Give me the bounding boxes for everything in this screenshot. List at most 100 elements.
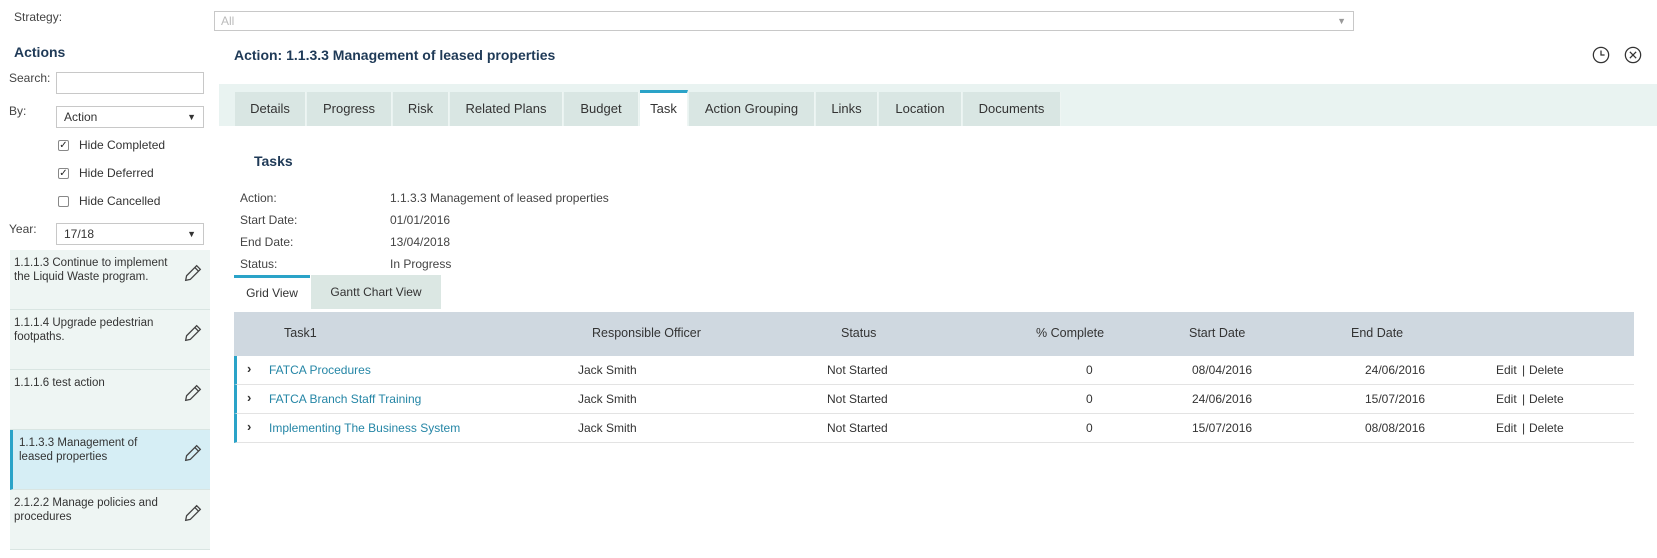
task-complete: 0	[1086, 421, 1093, 435]
task-end-date: 15/07/2016	[1365, 392, 1426, 406]
action-item-label: 2.1.2.2 Manage policies and procedures	[14, 497, 158, 523]
action-item-label: 1.1.1.3 Continue to implement the Liquid…	[14, 257, 168, 283]
strategy-value: All	[221, 14, 235, 28]
task-officer: Jack Smith	[578, 392, 637, 406]
task-complete: 0	[1086, 363, 1093, 377]
tab-documents[interactable]: Documents	[963, 92, 1061, 126]
tab-risk[interactable]: Risk	[393, 92, 449, 126]
by-value: Action	[64, 110, 98, 124]
pencil-icon[interactable]	[182, 442, 204, 464]
start-date-value: 01/01/2016	[390, 213, 451, 227]
end-date-label: End Date:	[240, 235, 294, 249]
close-icon[interactable]	[1624, 46, 1642, 64]
pencil-icon[interactable]	[182, 262, 204, 284]
action-separator: |	[1522, 421, 1526, 435]
table-row: › FATCA Branch Staff Training Jack Smith…	[234, 385, 1634, 414]
status-value: In Progress	[390, 257, 452, 271]
tab-details[interactable]: Details	[235, 92, 306, 126]
edit-link[interactable]: Edit	[1496, 392, 1517, 406]
actions-title: Actions	[14, 44, 66, 60]
tab-gantt-chart-view[interactable]: Gantt Chart View	[311, 275, 441, 309]
task-start-date: 15/07/2016	[1192, 421, 1253, 435]
column-header-end-date[interactable]: End Date	[1351, 326, 1403, 340]
action-item-label: 1.1.3.3 Management of leased properties	[19, 437, 138, 463]
column-header-complete[interactable]: % Complete	[1036, 326, 1104, 340]
status-label: Status:	[240, 257, 278, 271]
expand-chevron-icon[interactable]: ›	[247, 390, 251, 405]
expand-chevron-icon[interactable]: ›	[247, 361, 251, 376]
column-header-status[interactable]: Status	[841, 326, 876, 340]
hide-completed-checkbox[interactable]: ✓	[58, 140, 69, 151]
end-date-value: 13/04/2018	[390, 235, 451, 249]
task-status: Not Started	[827, 421, 888, 435]
table-row: › Implementing The Business System Jack …	[234, 414, 1634, 443]
tasks-heading: Tasks	[254, 153, 293, 169]
column-header-start-date[interactable]: Start Date	[1189, 326, 1245, 340]
column-header-task[interactable]: Task1	[284, 326, 317, 340]
task-link[interactable]: FATCA Branch Staff Training	[269, 392, 421, 406]
by-label: By:	[9, 104, 27, 118]
task-complete: 0	[1086, 392, 1093, 406]
tab-budget[interactable]: Budget	[564, 92, 639, 126]
tab-location[interactable]: Location	[879, 92, 962, 126]
task-link[interactable]: Implementing The Business System	[269, 421, 460, 435]
task-start-date: 24/06/2016	[1192, 392, 1253, 406]
start-date-label: Start Date:	[240, 213, 298, 227]
edit-link[interactable]: Edit	[1496, 363, 1517, 377]
search-input[interactable]	[56, 72, 204, 94]
action-list-item[interactable]: 2.1.2.2 Manage policies and procedures	[10, 490, 210, 550]
edit-link[interactable]: Edit	[1496, 421, 1517, 435]
action-list-item[interactable]: 1.1.1.3 Continue to implement the Liquid…	[10, 250, 210, 310]
delete-link[interactable]: Delete	[1529, 363, 1564, 377]
tab-progress[interactable]: Progress	[307, 92, 392, 126]
year-select[interactable]: 17/18 ▼	[56, 223, 204, 245]
hide-deferred-checkbox[interactable]: ✓	[58, 168, 69, 179]
action-info-value: 1.1.3.3 Management of leased properties	[390, 191, 609, 205]
tab-related-plans[interactable]: Related Plans	[450, 92, 563, 126]
by-select[interactable]: Action ▼	[56, 106, 204, 128]
action-list-item[interactable]: 1.1.1.4 Upgrade pedestrian footpaths.	[10, 310, 210, 370]
pencil-icon[interactable]	[182, 502, 204, 524]
year-label: Year:	[9, 222, 37, 236]
table-row: › FATCA Procedures Jack Smith Not Starte…	[234, 356, 1634, 385]
action-title: Action: 1.1.3.3 Management of leased pro…	[234, 47, 556, 63]
action-info-label: Action:	[240, 191, 277, 205]
history-icon[interactable]	[1592, 46, 1610, 64]
hide-cancelled-label: Hide Cancelled	[79, 194, 161, 208]
hide-deferred-label: Hide Deferred	[79, 166, 154, 180]
delete-link[interactable]: Delete	[1529, 392, 1564, 406]
grid-header: Task1 Responsible Officer Status % Compl…	[234, 312, 1634, 356]
strategy-select[interactable]: All ▼	[214, 11, 1354, 31]
dropdown-arrow-icon: ▼	[187, 229, 196, 239]
column-header-officer[interactable]: Responsible Officer	[592, 326, 701, 340]
task-end-date: 24/06/2016	[1365, 363, 1426, 377]
hide-completed-label: Hide Completed	[79, 138, 166, 152]
expand-chevron-icon[interactable]: ›	[247, 419, 251, 434]
action-item-label: 1.1.1.6 test action	[14, 377, 105, 389]
pencil-icon[interactable]	[182, 322, 204, 344]
search-label: Search:	[9, 71, 51, 85]
dropdown-arrow-icon: ▼	[187, 112, 196, 122]
year-value: 17/18	[64, 227, 95, 241]
action-list: 1.1.1.3 Continue to implement the Liquid…	[10, 250, 210, 550]
action-separator: |	[1522, 392, 1526, 406]
task-link[interactable]: FATCA Procedures	[269, 363, 371, 377]
action-list-item[interactable]: 1.1.1.6 test action	[10, 370, 210, 430]
task-officer: Jack Smith	[578, 421, 637, 435]
dropdown-arrow-icon: ▼	[1337, 16, 1346, 26]
task-status: Not Started	[827, 392, 888, 406]
tab-action-grouping[interactable]: Action Grouping	[689, 92, 815, 126]
pencil-icon[interactable]	[182, 382, 204, 404]
task-start-date: 08/04/2016	[1192, 363, 1253, 377]
tab-grid-view[interactable]: Grid View	[234, 275, 310, 309]
hide-cancelled-checkbox[interactable]	[58, 196, 69, 207]
tab-task[interactable]: Task	[640, 90, 688, 126]
delete-link[interactable]: Delete	[1529, 421, 1564, 435]
tab-links[interactable]: Links	[816, 92, 878, 126]
action-separator: |	[1522, 363, 1526, 377]
task-end-date: 08/08/2016	[1365, 421, 1426, 435]
action-list-item-selected[interactable]: 1.1.3.3 Management of leased properties	[10, 430, 210, 490]
task-officer: Jack Smith	[578, 363, 637, 377]
strategy-label: Strategy:	[14, 10, 63, 24]
tab-bar: Details Progress Risk Related Plans Budg…	[219, 84, 1657, 126]
